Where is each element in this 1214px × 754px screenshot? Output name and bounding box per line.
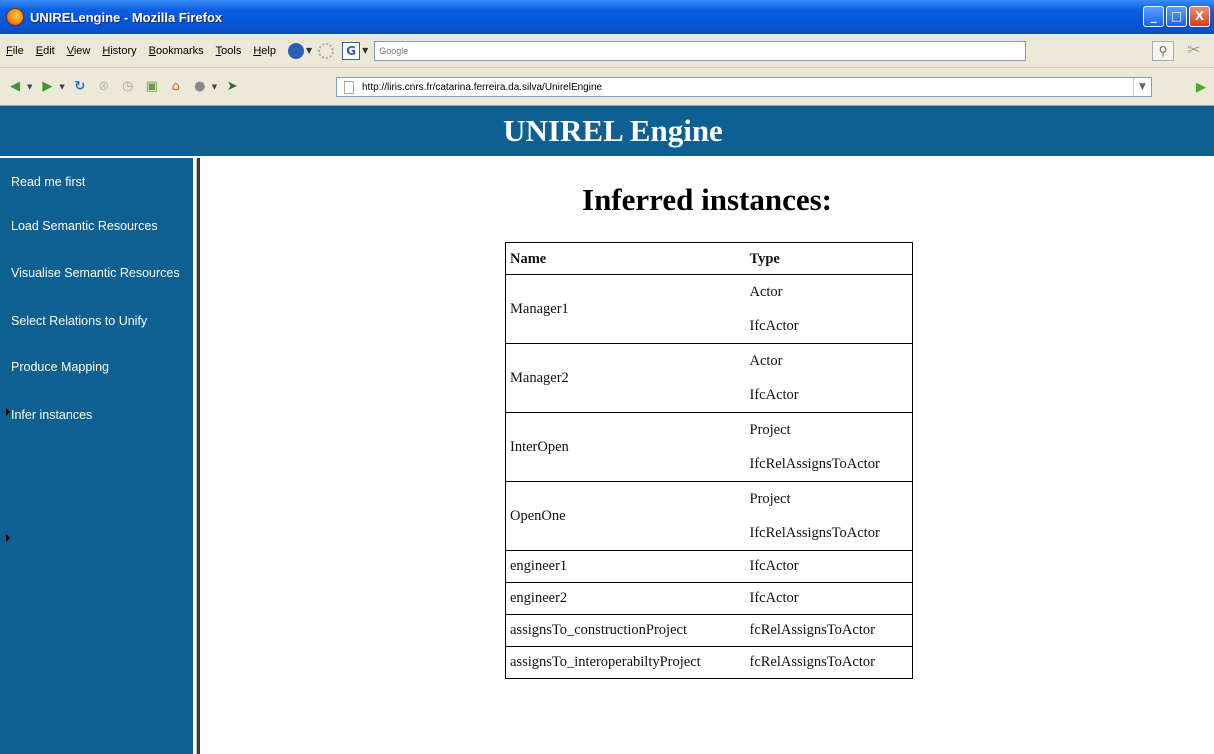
table-row: assignsTo_constructionProject fcRelAssign…: [505, 614, 913, 647]
loading-spinner-icon: [318, 42, 335, 59]
menu-view[interactable]: View: [61, 45, 97, 57]
magnifier-icon[interactable]: ⚲: [1152, 41, 1174, 61]
forward-history-dropdown-icon[interactable]: ▼: [59, 83, 64, 91]
toolbar-go-icon[interactable]: [287, 42, 304, 59]
table-body: Manager1 Actor IfcActor Manager2 Actor IfcAct…: [505, 274, 913, 679]
search-toolbar: ▼ G ▼: [287, 40, 1027, 61]
instance-type-cell: IfcActor: [745, 550, 913, 583]
instance-type: fcRelAssignsToActor: [749, 654, 875, 670]
url-dropdown-icon[interactable]: ▼: [1133, 78, 1151, 96]
instance-name-cell: engineer2: [505, 582, 746, 615]
instance-name-cell: Manager2: [505, 343, 746, 413]
window-title: UNIRELengine - Mozilla Firefox: [30, 9, 223, 25]
instance-type: IfcRelAssignsToActor: [749, 456, 880, 472]
back-history-dropdown-icon[interactable]: ▼: [27, 83, 32, 91]
instance-type-cell: Actor IfcActor: [745, 274, 913, 344]
reload-icon[interactable]: ↻: [71, 78, 89, 96]
search-input[interactable]: [374, 40, 1027, 61]
sidebar-item-infer-instances[interactable]: Infer instances: [11, 407, 189, 424]
instance-name-cell: Manager1: [505, 274, 746, 344]
sidebar-nav: Read me first Load Semantic Resources Vi…: [0, 158, 193, 754]
page-heading: Inferred instances:: [582, 182, 832, 217]
menu-history[interactable]: History: [96, 45, 142, 57]
table-header-row: Name Type: [505, 242, 913, 275]
chevron-down-icon[interactable]: ▼: [306, 46, 312, 55]
instance-type-cell: Actor IfcActor: [745, 343, 913, 413]
instance-name-cell: assignsTo_constructionProject: [505, 614, 746, 647]
instance-type: IfcActor: [749, 387, 799, 403]
table-row: Manager1 Actor IfcActor: [505, 274, 913, 344]
table-row: InterOpen Project IfcRelAssignsToActor: [505, 412, 913, 482]
search-engine-dropdown-icon[interactable]: ▼: [362, 46, 368, 55]
sidebar-item-load-semantic-resources[interactable]: Load Semantic Resources: [11, 218, 189, 235]
menu-bookmarks[interactable]: Bookmarks: [143, 45, 210, 57]
menubar-right-tools: ⚲ ✂: [1152, 41, 1208, 61]
table-row: assignsTo_interoperabiltyProject fcRelAss…: [505, 646, 913, 679]
frame-divider[interactable]: [196, 158, 200, 754]
address-bar[interactable]: http://liris.cnrs.fr/catarina.ferreira.d…: [336, 77, 1152, 97]
navigation-toolbar: ◀ ▼ ▶ ▼ ↻ ⊗ ◷ ▣ ⌂ ● ▼ ➤ http://liris.cnr…: [0, 68, 1214, 106]
maximize-button[interactable]: □: [1166, 6, 1187, 27]
instance-type-cell: Project IfcRelAssignsToActor: [745, 412, 913, 482]
instance-type: Project: [749, 422, 791, 438]
menu-tools[interactable]: Tools: [210, 45, 248, 57]
column-header-type: Type: [745, 242, 913, 275]
go-arrow-icon[interactable]: ▶: [1196, 80, 1206, 95]
instance-type: IfcRelAssignsToActor: [749, 525, 880, 541]
sidebar-item-produce-mapping[interactable]: Produce Mapping: [11, 359, 189, 376]
adblock-icon[interactable]: ●: [191, 78, 209, 96]
instance-type: Actor: [749, 353, 783, 369]
url-text[interactable]: http://liris.cnrs.fr/catarina.ferreira.d…: [362, 82, 602, 93]
menu-file[interactable]: File: [0, 45, 30, 57]
instance-type-cell: IfcActor: [745, 582, 913, 615]
close-button[interactable]: X: [1189, 6, 1210, 27]
back-arrow-icon[interactable]: ◀: [6, 78, 24, 96]
instance-type: IfcActor: [749, 590, 799, 606]
instance-type: IfcActor: [749, 558, 799, 574]
instance-type-cell: fcRelAssignsToActor: [745, 646, 913, 679]
instance-name-cell: engineer1: [505, 550, 746, 583]
instance-type-cell: Project IfcRelAssignsToActor: [745, 481, 913, 551]
instance-type: Project: [749, 491, 791, 507]
window-titlebar: UNIRELengine - Mozilla Firefox _ □ X: [0, 0, 1214, 34]
leaf-extension-icon[interactable]: ➤: [223, 78, 241, 96]
instance-name-cell: OpenOne: [505, 481, 746, 551]
new-tab-icon[interactable]: ▣: [143, 78, 161, 96]
instance-type: fcRelAssignsToActor: [749, 622, 875, 638]
history-clock-icon[interactable]: ◷: [119, 78, 137, 96]
stop-icon[interactable]: ⊗: [95, 78, 113, 96]
minimize-button[interactable]: _: [1143, 6, 1164, 27]
instances-table: Name Type Manager1 Actor IfcActor Manager2 A…: [505, 242, 913, 679]
sidebar-item-visualise-semantic-resources[interactable]: Visualise Semantic Resources: [11, 265, 189, 282]
instance-type: Actor: [749, 284, 783, 300]
site-header: UNIREL Engine: [0, 106, 1214, 156]
table-row: OpenOne Project IfcRelAssignsToActor: [505, 481, 913, 551]
instance-name-cell: InterOpen: [505, 412, 746, 482]
table-row: engineer2 IfcActor: [505, 582, 913, 615]
sidebar-item-select-relations[interactable]: Select Relations to Unify: [11, 313, 189, 330]
site-title: UNIREL Engine: [503, 113, 723, 148]
web-page: UNIREL Engine Read me first Load Semanti…: [0, 106, 1214, 754]
adblock-dropdown-icon[interactable]: ▼: [212, 83, 217, 91]
menu-bar: File Edit View History Bookmarks Tools H…: [0, 34, 1214, 68]
home-icon[interactable]: ⌂: [167, 78, 185, 96]
table-row: engineer1 IfcActor: [505, 550, 913, 583]
window-controls: _ □ X: [1143, 6, 1210, 27]
instance-type-cell: fcRelAssignsToActor: [745, 614, 913, 647]
menu-help[interactable]: Help: [247, 45, 282, 57]
menu-edit[interactable]: Edit: [30, 45, 61, 57]
frame-marker-icon: [6, 534, 10, 542]
forward-arrow-icon[interactable]: ▶: [38, 78, 56, 96]
column-header-name: Name: [505, 242, 746, 275]
google-search-button[interactable]: G: [342, 41, 361, 60]
frame-marker-icon: [6, 408, 10, 416]
sidebar-item-read-me-first[interactable]: Read me first: [11, 174, 189, 191]
instance-type: IfcActor: [749, 318, 799, 334]
page-favicon-icon: [344, 80, 354, 94]
scissors-icon[interactable]: ✂: [1180, 41, 1208, 61]
instance-name-cell: assignsTo_interoperabiltyProject: [505, 646, 746, 679]
firefox-logo-icon: [6, 8, 24, 26]
table-row: Manager2 Actor IfcActor: [505, 343, 913, 413]
